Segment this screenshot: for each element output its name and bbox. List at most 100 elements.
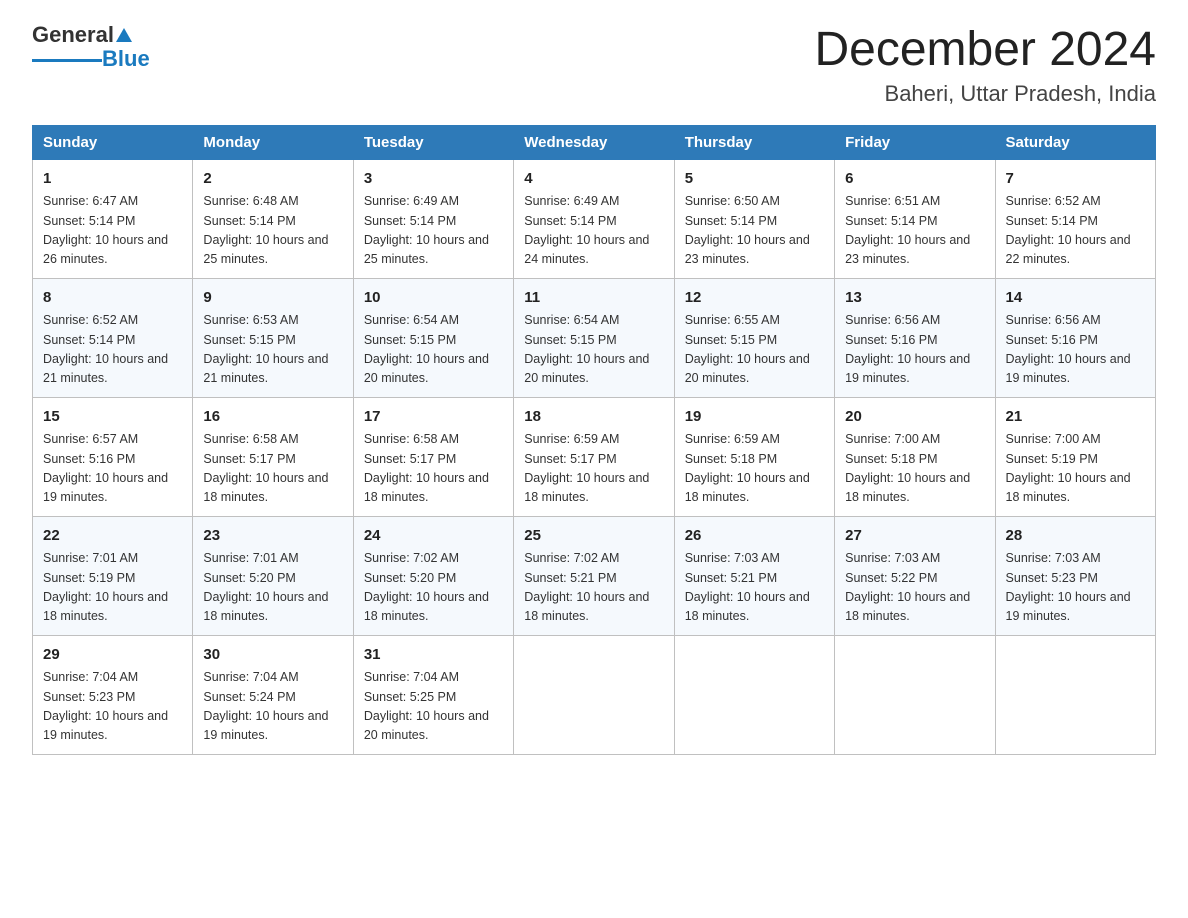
calendar-cell: 9 Sunrise: 6:53 AM Sunset: 5:15 PM Dayli… — [193, 278, 353, 397]
day-number: 18 — [524, 406, 663, 429]
logo-line — [32, 59, 102, 62]
calendar-week-row: 8 Sunrise: 6:52 AM Sunset: 5:14 PM Dayli… — [33, 278, 1156, 397]
day-info: Sunrise: 6:57 AM Sunset: 5:16 PM Dayligh… — [43, 430, 182, 508]
calendar-cell: 6 Sunrise: 6:51 AM Sunset: 5:14 PM Dayli… — [835, 159, 995, 278]
calendar-cell: 3 Sunrise: 6:49 AM Sunset: 5:14 PM Dayli… — [353, 159, 513, 278]
calendar-cell: 25 Sunrise: 7:02 AM Sunset: 5:21 PM Dayl… — [514, 516, 674, 635]
calendar-week-row: 29 Sunrise: 7:04 AM Sunset: 5:23 PM Dayl… — [33, 635, 1156, 754]
calendar-cell: 13 Sunrise: 6:56 AM Sunset: 5:16 PM Dayl… — [835, 278, 995, 397]
day-info: Sunrise: 7:04 AM Sunset: 5:25 PM Dayligh… — [364, 668, 503, 746]
day-number: 1 — [43, 168, 182, 191]
day-number: 14 — [1006, 287, 1145, 310]
calendar-cell: 15 Sunrise: 6:57 AM Sunset: 5:16 PM Dayl… — [33, 397, 193, 516]
day-info: Sunrise: 6:48 AM Sunset: 5:14 PM Dayligh… — [203, 192, 342, 270]
calendar-cell: 20 Sunrise: 7:00 AM Sunset: 5:18 PM Dayl… — [835, 397, 995, 516]
calendar-cell: 28 Sunrise: 7:03 AM Sunset: 5:23 PM Dayl… — [995, 516, 1155, 635]
calendar-week-row: 22 Sunrise: 7:01 AM Sunset: 5:19 PM Dayl… — [33, 516, 1156, 635]
day-number: 24 — [364, 525, 503, 548]
day-number: 25 — [524, 525, 663, 548]
logo: General Blue — [32, 24, 150, 72]
page-header: General Blue December 2024 Baheri, Uttar… — [32, 24, 1156, 107]
day-info: Sunrise: 6:51 AM Sunset: 5:14 PM Dayligh… — [845, 192, 984, 270]
calendar-cell: 26 Sunrise: 7:03 AM Sunset: 5:21 PM Dayl… — [674, 516, 834, 635]
logo-icon — [116, 28, 132, 42]
col-sunday: Sunday — [33, 125, 193, 159]
day-info: Sunrise: 6:49 AM Sunset: 5:14 PM Dayligh… — [524, 192, 663, 270]
day-number: 23 — [203, 525, 342, 548]
calendar-cell: 22 Sunrise: 7:01 AM Sunset: 5:19 PM Dayl… — [33, 516, 193, 635]
day-info: Sunrise: 6:55 AM Sunset: 5:15 PM Dayligh… — [685, 311, 824, 389]
day-number: 22 — [43, 525, 182, 548]
col-thursday: Thursday — [674, 125, 834, 159]
day-info: Sunrise: 7:03 AM Sunset: 5:23 PM Dayligh… — [1006, 549, 1145, 627]
day-info: Sunrise: 7:00 AM Sunset: 5:19 PM Dayligh… — [1006, 430, 1145, 508]
day-number: 15 — [43, 406, 182, 429]
calendar-cell — [674, 635, 834, 754]
col-wednesday: Wednesday — [514, 125, 674, 159]
day-info: Sunrise: 6:54 AM Sunset: 5:15 PM Dayligh… — [364, 311, 503, 389]
day-number: 9 — [203, 287, 342, 310]
day-number: 13 — [845, 287, 984, 310]
day-number: 31 — [364, 644, 503, 667]
col-friday: Friday — [835, 125, 995, 159]
day-info: Sunrise: 6:49 AM Sunset: 5:14 PM Dayligh… — [364, 192, 503, 270]
day-number: 8 — [43, 287, 182, 310]
day-number: 30 — [203, 644, 342, 667]
calendar-cell: 21 Sunrise: 7:00 AM Sunset: 5:19 PM Dayl… — [995, 397, 1155, 516]
day-info: Sunrise: 7:01 AM Sunset: 5:19 PM Dayligh… — [43, 549, 182, 627]
day-number: 27 — [845, 525, 984, 548]
calendar-cell — [835, 635, 995, 754]
header-row: Sunday Monday Tuesday Wednesday Thursday… — [33, 125, 1156, 159]
day-info: Sunrise: 6:59 AM Sunset: 5:18 PM Dayligh… — [685, 430, 824, 508]
day-number: 11 — [524, 287, 663, 310]
calendar-subtitle: Baheri, Uttar Pradesh, India — [814, 81, 1156, 107]
calendar-cell: 19 Sunrise: 6:59 AM Sunset: 5:18 PM Dayl… — [674, 397, 834, 516]
day-number: 4 — [524, 168, 663, 191]
day-info: Sunrise: 7:01 AM Sunset: 5:20 PM Dayligh… — [203, 549, 342, 627]
calendar-cell: 11 Sunrise: 6:54 AM Sunset: 5:15 PM Dayl… — [514, 278, 674, 397]
calendar-cell: 17 Sunrise: 6:58 AM Sunset: 5:17 PM Dayl… — [353, 397, 513, 516]
day-number: 16 — [203, 406, 342, 429]
day-number: 2 — [203, 168, 342, 191]
calendar-cell: 30 Sunrise: 7:04 AM Sunset: 5:24 PM Dayl… — [193, 635, 353, 754]
col-saturday: Saturday — [995, 125, 1155, 159]
day-number: 19 — [685, 406, 824, 429]
title-area: December 2024 Baheri, Uttar Pradesh, Ind… — [814, 24, 1156, 107]
calendar-cell: 12 Sunrise: 6:55 AM Sunset: 5:15 PM Dayl… — [674, 278, 834, 397]
day-info: Sunrise: 6:52 AM Sunset: 5:14 PM Dayligh… — [43, 311, 182, 389]
calendar-week-row: 1 Sunrise: 6:47 AM Sunset: 5:14 PM Dayli… — [33, 159, 1156, 278]
calendar-cell: 14 Sunrise: 6:56 AM Sunset: 5:16 PM Dayl… — [995, 278, 1155, 397]
day-info: Sunrise: 6:58 AM Sunset: 5:17 PM Dayligh… — [203, 430, 342, 508]
day-number: 26 — [685, 525, 824, 548]
calendar-cell: 23 Sunrise: 7:01 AM Sunset: 5:20 PM Dayl… — [193, 516, 353, 635]
calendar-week-row: 15 Sunrise: 6:57 AM Sunset: 5:16 PM Dayl… — [33, 397, 1156, 516]
day-info: Sunrise: 6:52 AM Sunset: 5:14 PM Dayligh… — [1006, 192, 1145, 270]
day-number: 10 — [364, 287, 503, 310]
day-info: Sunrise: 7:02 AM Sunset: 5:21 PM Dayligh… — [524, 549, 663, 627]
day-number: 21 — [1006, 406, 1145, 429]
calendar-cell — [995, 635, 1155, 754]
day-number: 6 — [845, 168, 984, 191]
calendar-cell: 8 Sunrise: 6:52 AM Sunset: 5:14 PM Dayli… — [33, 278, 193, 397]
day-number: 29 — [43, 644, 182, 667]
logo-blue-text: Blue — [102, 46, 150, 72]
day-info: Sunrise: 6:54 AM Sunset: 5:15 PM Dayligh… — [524, 311, 663, 389]
day-info: Sunrise: 6:47 AM Sunset: 5:14 PM Dayligh… — [43, 192, 182, 270]
day-info: Sunrise: 6:50 AM Sunset: 5:14 PM Dayligh… — [685, 192, 824, 270]
day-number: 7 — [1006, 168, 1145, 191]
calendar-body: 1 Sunrise: 6:47 AM Sunset: 5:14 PM Dayli… — [33, 159, 1156, 754]
day-info: Sunrise: 6:56 AM Sunset: 5:16 PM Dayligh… — [1006, 311, 1145, 389]
day-info: Sunrise: 7:04 AM Sunset: 5:23 PM Dayligh… — [43, 668, 182, 746]
day-info: Sunrise: 7:03 AM Sunset: 5:21 PM Dayligh… — [685, 549, 824, 627]
calendar-cell: 7 Sunrise: 6:52 AM Sunset: 5:14 PM Dayli… — [995, 159, 1155, 278]
col-monday: Monday — [193, 125, 353, 159]
col-tuesday: Tuesday — [353, 125, 513, 159]
day-number: 28 — [1006, 525, 1145, 548]
calendar-cell: 5 Sunrise: 6:50 AM Sunset: 5:14 PM Dayli… — [674, 159, 834, 278]
day-info: Sunrise: 7:03 AM Sunset: 5:22 PM Dayligh… — [845, 549, 984, 627]
day-number: 3 — [364, 168, 503, 191]
day-info: Sunrise: 6:59 AM Sunset: 5:17 PM Dayligh… — [524, 430, 663, 508]
calendar-cell: 4 Sunrise: 6:49 AM Sunset: 5:14 PM Dayli… — [514, 159, 674, 278]
calendar-title: December 2024 — [814, 24, 1156, 77]
calendar-cell: 16 Sunrise: 6:58 AM Sunset: 5:17 PM Dayl… — [193, 397, 353, 516]
